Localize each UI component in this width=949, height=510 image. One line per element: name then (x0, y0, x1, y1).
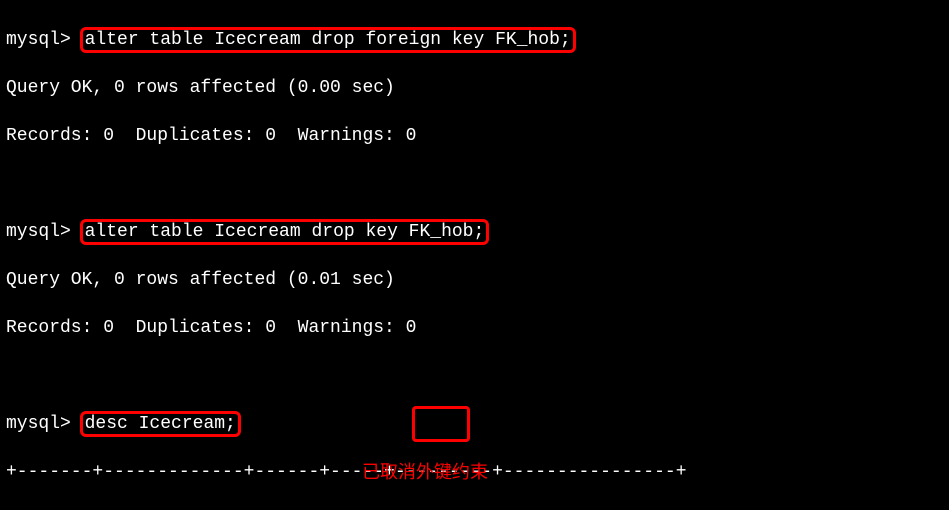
blank-line (6, 172, 943, 196)
command-3: desc Icecream; (80, 411, 241, 437)
blank-line (6, 364, 943, 388)
prompt: mysql> (6, 30, 71, 50)
command-line-3[interactable]: mysql> desc Icecream; (6, 412, 943, 436)
command-line-1[interactable]: mysql> alter table Icecream drop foreign… (6, 28, 943, 52)
command-line-2[interactable]: mysql> alter table Icecream drop key FK_… (6, 220, 943, 244)
command-2: alter table Icecream drop key FK_hob; (80, 219, 490, 245)
command-1: alter table Icecream drop foreign key FK… (80, 27, 576, 53)
result-records-1: Records: 0 Duplicates: 0 Warnings: 0 (6, 124, 943, 148)
result-records-2: Records: 0 Duplicates: 0 Warnings: 0 (6, 316, 943, 340)
prompt: mysql> (6, 414, 71, 434)
result-ok-2: Query OK, 0 rows affected (0.01 sec) (6, 268, 943, 292)
terminal-output: mysql> alter table Icecream drop foreign… (0, 0, 949, 510)
result-ok-1: Query OK, 0 rows affected (0.00 sec) (6, 76, 943, 100)
prompt: mysql> (6, 222, 71, 242)
annotation-foreign-key-removed: 已取消外键约束 (362, 460, 488, 484)
